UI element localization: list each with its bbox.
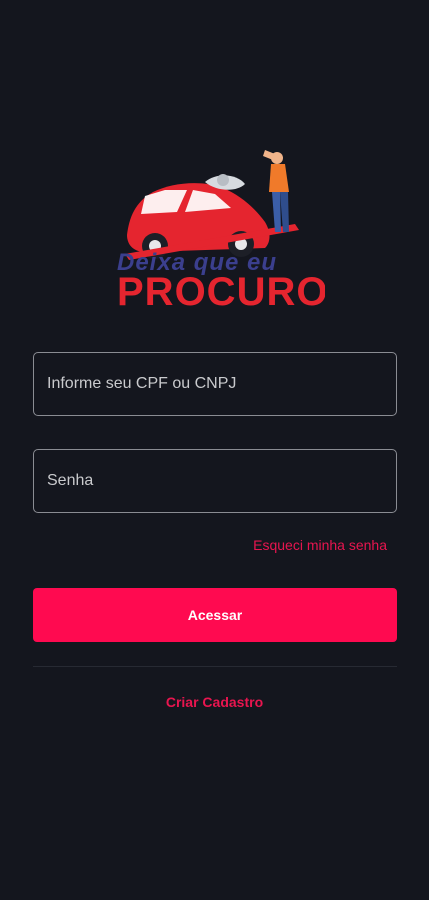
register-link[interactable]: Criar Cadastro <box>0 694 429 710</box>
password-field[interactable] <box>33 449 397 513</box>
forgot-password-link[interactable]: Esqueci minha senha <box>253 537 387 553</box>
logo-line2: PROCURO <box>117 270 325 314</box>
cpf-field[interactable] <box>33 352 397 416</box>
app-logo: Deixa que eu PROCURO <box>105 140 325 315</box>
login-button[interactable]: Acessar <box>33 588 397 642</box>
password-input[interactable] <box>34 450 396 512</box>
cpf-input[interactable] <box>34 353 396 415</box>
divider <box>33 666 397 667</box>
